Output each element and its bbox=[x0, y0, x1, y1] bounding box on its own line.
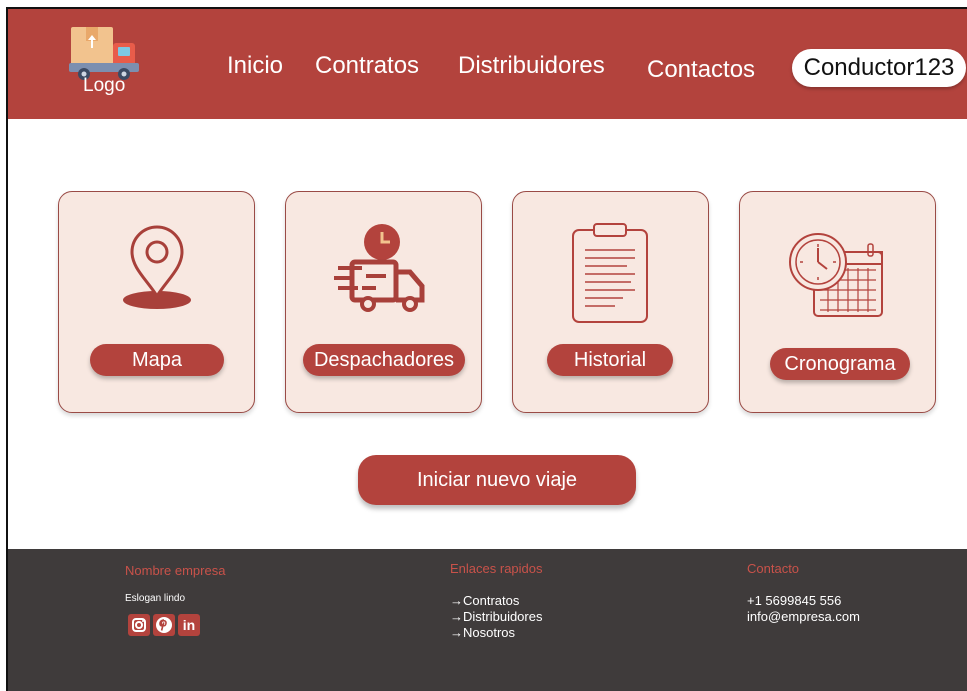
footer-link-nosotros[interactable]: →Nosotros bbox=[450, 625, 515, 641]
despachadores-button[interactable]: Despachadores bbox=[303, 344, 465, 376]
card-despachadores[interactable]: Despachadores bbox=[285, 191, 482, 413]
card-cronograma[interactable]: Cronograma bbox=[739, 191, 936, 413]
mapa-button[interactable]: Mapa bbox=[90, 344, 224, 376]
card-historial[interactable]: Historial bbox=[512, 191, 709, 413]
app-frame: Logo Inicio Contratos Distribuidores Con… bbox=[6, 7, 967, 691]
clock-calendar-icon bbox=[789, 233, 883, 317]
nav-link-contactos[interactable]: Contactos bbox=[647, 56, 755, 84]
footer-company-heading: Nombre empresa bbox=[125, 563, 226, 578]
header: Logo Inicio Contratos Distribuidores Con… bbox=[8, 9, 967, 119]
pinterest-icon[interactable] bbox=[153, 614, 175, 636]
footer-contact-heading: Contacto bbox=[747, 561, 800, 576]
nav-link-contratos[interactable]: Contratos bbox=[315, 52, 419, 80]
footer: Nombre empresa Eslogan lindo Enlaces rap… bbox=[8, 549, 967, 691]
linkedin-icon[interactable]: in bbox=[178, 614, 200, 636]
footer-phone: +1 5699845 556 bbox=[747, 593, 842, 608]
card-mapa[interactable]: Mapa bbox=[58, 191, 255, 413]
clipboard-icon bbox=[572, 223, 648, 323]
historial-button[interactable]: Historial bbox=[547, 344, 673, 376]
nav-link-inicio[interactable]: Inicio bbox=[227, 52, 283, 80]
map-pin-icon bbox=[123, 225, 191, 309]
footer-slogan: Eslogan lindo bbox=[125, 593, 186, 604]
start-trip-button[interactable]: Iniciar nuevo viaje bbox=[358, 455, 636, 505]
instagram-icon[interactable] bbox=[128, 614, 150, 636]
footer-link-contratos[interactable]: →Contratos bbox=[450, 593, 519, 609]
cronograma-button[interactable]: Cronograma bbox=[770, 348, 910, 380]
nav-link-distribuidores[interactable]: Distribuidores bbox=[458, 52, 605, 80]
user-account-button[interactable]: Conductor123 bbox=[792, 49, 966, 87]
footer-email[interactable]: info@empresa.com bbox=[747, 609, 860, 625]
footer-link-distribuidores[interactable]: →Distribuidores bbox=[450, 609, 542, 625]
logo-label: Logo bbox=[83, 75, 126, 96]
delivery-truck-icon bbox=[334, 224, 425, 312]
footer-links-heading: Enlaces rapidos bbox=[450, 561, 543, 576]
